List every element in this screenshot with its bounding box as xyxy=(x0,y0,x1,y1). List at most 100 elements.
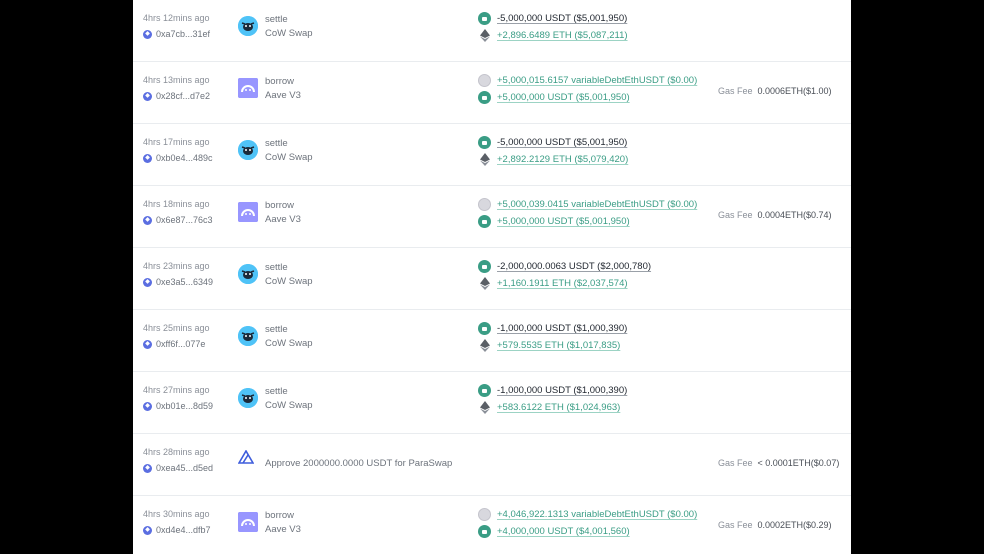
ethereum-chain-icon: ◆ xyxy=(143,153,152,163)
transfer-amount-link[interactable]: +5,000,000 USDT ($5,001,950) xyxy=(497,92,630,103)
token-transfer: +5,000,015.6157 variableDebtEthUSDT ($0.… xyxy=(478,74,697,87)
token-transfer: -2,000,000.0063 USDT ($2,000,780) xyxy=(478,260,651,273)
tx-hash-text: 0x6e87...76c3 xyxy=(156,215,213,225)
tx-protocol: CoW Swap xyxy=(265,400,313,411)
transaction-history-panel: 4hrs 12mins ago ◆ 0xa7cb...31ef settle CoW S… xyxy=(133,0,851,554)
tx-protocol: CoW Swap xyxy=(265,28,313,39)
tx-action: settle xyxy=(265,324,288,335)
tx-hash-text: 0xe3a5...6349 xyxy=(156,277,214,287)
transfer-amount-link[interactable]: +5,000,039.0415 variableDebtEthUSDT ($0.… xyxy=(497,199,697,210)
token-transfer: +2,896.6489 ETH ($5,087,211) xyxy=(478,29,628,42)
cow-icon xyxy=(238,264,258,284)
transfer-amount-link[interactable]: +5,000,000 USDT ($5,001,950) xyxy=(497,216,630,227)
tx-hash-text: 0xb01e...8d59 xyxy=(156,401,214,411)
ethereum-chain-icon: ◆ xyxy=(143,29,152,39)
usdt-icon xyxy=(478,91,491,104)
tx-hash-text: 0xff6f...077e xyxy=(156,339,206,349)
table-row: 4hrs 23mins ago ◆ 0xe3a5...6349 settle CoW S… xyxy=(133,248,851,310)
token-transfer: +579.5535 ETH ($1,017,835) xyxy=(478,339,620,352)
token-transfer: +2,892.2129 ETH ($5,079,420) xyxy=(478,153,628,166)
token-transfer: +4,046,922.1313 variableDebtEthUSDT ($0.… xyxy=(478,508,697,521)
token-transfer: -5,000,000 USDT ($5,001,950) xyxy=(478,136,627,149)
eth-icon xyxy=(478,401,491,414)
tx-hash-link[interactable]: ◆ 0xb01e...8d59 xyxy=(143,401,213,411)
table-row: 4hrs 12mins ago ◆ 0xa7cb...31ef settle CoW S… xyxy=(133,0,851,62)
transfer-amount-link[interactable]: +1,160.1911 ETH ($2,037,574) xyxy=(497,278,628,289)
aave-icon xyxy=(238,512,258,532)
token-transfer: +583.6122 ETH ($1,024,963) xyxy=(478,401,620,414)
tx-hash-link[interactable]: ◆ 0x6e87...76c3 xyxy=(143,215,213,225)
transfer-amount-link[interactable]: +4,000,000 USDT ($4,001,560) xyxy=(497,526,630,537)
tx-action: settle xyxy=(265,262,288,273)
transfer-amount-link[interactable]: -5,000,000 USDT ($5,001,950) xyxy=(497,13,627,24)
transfer-amount-link[interactable]: -2,000,000.0063 USDT ($2,000,780) xyxy=(497,261,651,272)
tx-action: borrow xyxy=(265,510,295,521)
tx-time: 4hrs 30mins ago xyxy=(143,509,210,519)
gas-fee: Gas Fee 0.0002ETH($0.29) xyxy=(718,520,832,530)
tx-protocol: CoW Swap xyxy=(265,276,313,287)
gas-fee-value: 0.0002ETH($0.29) xyxy=(757,520,832,530)
gas-fee-label: Gas Fee xyxy=(718,520,753,530)
tx-time: 4hrs 12mins ago xyxy=(143,13,210,23)
tx-action: Approve 2000000.0000 USDT for ParaSwap xyxy=(265,458,453,469)
cow-icon xyxy=(238,140,258,160)
eth-icon xyxy=(478,339,491,352)
transfer-amount-link[interactable]: +2,892.2129 ETH ($5,079,420) xyxy=(497,154,628,165)
tx-hash-link[interactable]: ◆ 0xa7cb...31ef xyxy=(143,29,210,39)
transfer-amount-link[interactable]: -1,000,000 USDT ($1,000,390) xyxy=(497,323,627,334)
transfer-amount-link[interactable]: +5,000,015.6157 variableDebtEthUSDT ($0.… xyxy=(497,75,697,86)
gas-fee-label: Gas Fee xyxy=(718,210,753,220)
usdt-icon xyxy=(478,260,491,273)
tx-hash-link[interactable]: ◆ 0xe3a5...6349 xyxy=(143,277,213,287)
tx-protocol: CoW Swap xyxy=(265,338,313,349)
ethereum-chain-icon: ◆ xyxy=(143,215,152,225)
eth-icon xyxy=(478,153,491,166)
gas-fee-label: Gas Fee xyxy=(718,458,753,468)
gas-fee-value: 0.0004ETH($0.74) xyxy=(757,210,832,220)
cow-icon xyxy=(238,16,258,36)
usdt-icon xyxy=(478,525,491,538)
tx-protocol: Aave V3 xyxy=(265,214,301,225)
token-transfer: +1,160.1911 ETH ($2,037,574) xyxy=(478,277,628,290)
ethereum-chain-icon: ◆ xyxy=(143,91,152,101)
transfer-amount-link[interactable]: -5,000,000 USDT ($5,001,950) xyxy=(497,137,627,148)
table-row: 4hrs 17mins ago ◆ 0xb0e4...489c settle CoW S… xyxy=(133,124,851,186)
tx-hash-link[interactable]: ◆ 0xd4e4...dfb7 xyxy=(143,525,211,535)
cow-icon xyxy=(238,388,258,408)
token-transfer: +5,000,039.0415 variableDebtEthUSDT ($0.… xyxy=(478,198,697,211)
transfer-amount-link[interactable]: -1,000,000 USDT ($1,000,390) xyxy=(497,385,627,396)
table-row: 4hrs 13mins ago ◆ 0x28cf...d7e2 borrow Aave … xyxy=(133,62,851,124)
token-transfer: -1,000,000 USDT ($1,000,390) xyxy=(478,322,627,335)
transfer-amount-link[interactable]: +579.5535 ETH ($1,017,835) xyxy=(497,340,620,351)
tx-hash-link[interactable]: ◆ 0xff6f...077e xyxy=(143,339,205,349)
tx-hash-link[interactable]: ◆ 0xea45...d5ed xyxy=(143,463,213,473)
usdt-icon xyxy=(478,322,491,335)
gas-fee: Gas Fee < 0.0001ETH($0.07) xyxy=(718,458,839,468)
ethereum-chain-icon: ◆ xyxy=(143,277,152,287)
transfer-amount-link[interactable]: +2,896.6489 ETH ($5,087,211) xyxy=(497,30,628,41)
table-row: 4hrs 25mins ago ◆ 0xff6f...077e settle CoW S… xyxy=(133,310,851,372)
debt-icon xyxy=(478,508,491,521)
tx-action: settle xyxy=(265,138,288,149)
token-transfer: +5,000,000 USDT ($5,001,950) xyxy=(478,91,630,104)
gas-fee: Gas Fee 0.0004ETH($0.74) xyxy=(718,210,832,220)
tx-time: 4hrs 18mins ago xyxy=(143,199,210,209)
tx-hash-link[interactable]: ◆ 0x28cf...d7e2 xyxy=(143,91,210,101)
transfer-amount-link[interactable]: +4,046,922.1313 variableDebtEthUSDT ($0.… xyxy=(497,509,697,520)
tx-action: borrow xyxy=(265,76,295,87)
tx-hash-text: 0xd4e4...dfb7 xyxy=(156,525,211,535)
cow-icon xyxy=(238,326,258,346)
tx-time: 4hrs 17mins ago xyxy=(143,137,210,147)
transfer-amount-link[interactable]: +583.6122 ETH ($1,024,963) xyxy=(497,402,620,413)
eth-icon xyxy=(478,277,491,290)
tx-time: 4hrs 28mins ago xyxy=(143,447,210,457)
tx-hash-text: 0xb0e4...489c xyxy=(156,153,213,163)
table-row: 4hrs 28mins ago ◆ 0xea45...d5ed Approve 200… xyxy=(133,434,851,496)
tx-protocol: Aave V3 xyxy=(265,524,301,535)
tx-time: 4hrs 23mins ago xyxy=(143,261,210,271)
tx-protocol: CoW Swap xyxy=(265,152,313,163)
usdt-icon xyxy=(478,136,491,149)
paraswap-icon xyxy=(237,449,258,470)
tx-hash-text: 0xa7cb...31ef xyxy=(156,29,211,39)
tx-hash-link[interactable]: ◆ 0xb0e4...489c xyxy=(143,153,213,163)
